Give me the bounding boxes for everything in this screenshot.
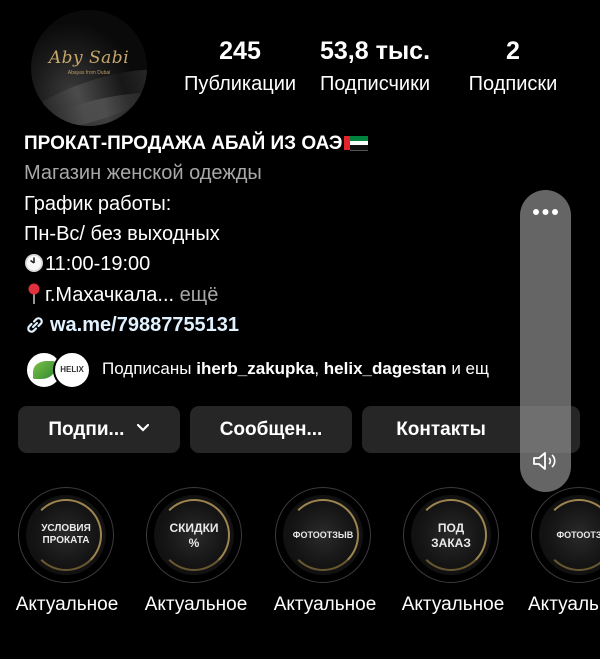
bio-hours: 11:00-19:00: [45, 253, 151, 275]
follower-username: helix_dagestan: [323, 359, 447, 378]
follow-button-label: Подпи...: [48, 419, 125, 440]
message-button[interactable]: Сообщен...: [190, 406, 352, 453]
highlight-cover-text: ПОД ЗАКАЗ: [431, 521, 471, 550]
highlight-label: Актуальн: [528, 594, 600, 615]
bio-line: г.Махачкала... ещё: [24, 283, 218, 307]
posts-stat[interactable]: 245 Публикации: [170, 36, 310, 96]
profile-avatar[interactable]: Aby Sabi Abayas from Dubai: [31, 10, 147, 126]
highlight-label: Актуальное: [401, 594, 505, 615]
highlight-item[interactable]: ФОТООТЗЫВ: [275, 487, 371, 583]
follower-username: iherb_zakupka: [196, 359, 315, 378]
profile-name-text: ПРОКАТ-ПРОДАЖА АБАЙ ИЗ ОАЭ: [24, 133, 343, 154]
highlight-cover-text: СКИДКИ %: [169, 521, 219, 550]
bio-city: г.Махачкала...: [45, 284, 175, 306]
avatar-logo-sub: Abayas from Dubai: [67, 70, 111, 76]
highlight-label: Актуальное: [144, 594, 248, 615]
uae-flag-icon: [344, 136, 369, 151]
highlight-label: Актуальное: [273, 594, 377, 615]
avatar-logo-text: Aby Sabi: [48, 48, 130, 68]
following-stat[interactable]: 2 Подписки: [448, 36, 578, 96]
followed-by-suffix: и ещ: [446, 359, 489, 378]
bio-line: 11:00-19:00: [24, 252, 150, 276]
highlight-label: Актуальное: [15, 594, 119, 615]
bio-line: График работы:: [24, 193, 172, 215]
link-icon: [27, 317, 43, 333]
leaf-icon: [33, 361, 55, 379]
highlight-cover-text: ФОТООТЗ: [556, 530, 600, 540]
highlight-item[interactable]: ФОТООТЗ: [531, 487, 600, 583]
follower-avatar[interactable]: HELIX: [53, 351, 91, 389]
bio-line: Пн-Вс/ без выходных: [24, 223, 220, 245]
volume-panel[interactable]: [520, 190, 571, 492]
profile-name: ПРОКАТ-ПРОДАЖА АБАЙ ИЗ ОАЭ: [24, 132, 369, 156]
follow-button[interactable]: Подпи...: [18, 406, 180, 453]
highlight-item[interactable]: УСЛОВИЯ ПРОКАТА: [18, 487, 114, 583]
following-count: 2: [506, 37, 520, 65]
chevron-down-icon: [136, 423, 149, 432]
posts-label: Публикации: [183, 73, 297, 95]
followed-by-separator: ,: [314, 359, 324, 378]
highlight-item[interactable]: СКИДКИ %: [146, 487, 242, 583]
map-pin-icon: [28, 283, 40, 304]
highlight-cover-text: ФОТООТЗЫВ: [292, 530, 354, 540]
speaker-icon[interactable]: [531, 450, 561, 472]
followers-label: Подписчики: [319, 73, 431, 95]
more-dots-icon[interactable]: [520, 202, 571, 222]
profile-link[interactable]: wa.me/79887755131: [24, 313, 239, 337]
highlight-item[interactable]: ПОД ЗАКАЗ: [403, 487, 499, 583]
profile-category: Магазин женской одежды: [24, 162, 262, 184]
profile-link-text: wa.me/79887755131: [50, 314, 240, 336]
followers-stat[interactable]: 53,8 тыс. Подписчики: [305, 36, 445, 96]
contacts-button-label: Контакты: [396, 419, 486, 440]
followed-by-prefix: Подписаны: [102, 359, 197, 378]
posts-count: 245: [219, 37, 261, 65]
clock-icon: [25, 254, 43, 272]
followed-by-text[interactable]: Подписаны iherb_zakupka, helix_dagestan …: [102, 359, 520, 379]
followers-count: 53,8 тыс.: [319, 37, 431, 65]
following-label: Подписки: [468, 73, 558, 95]
bio-more-link[interactable]: ещё: [174, 284, 219, 306]
highlight-cover-text: УСЛОВИЯ ПРОКАТА: [41, 523, 91, 546]
